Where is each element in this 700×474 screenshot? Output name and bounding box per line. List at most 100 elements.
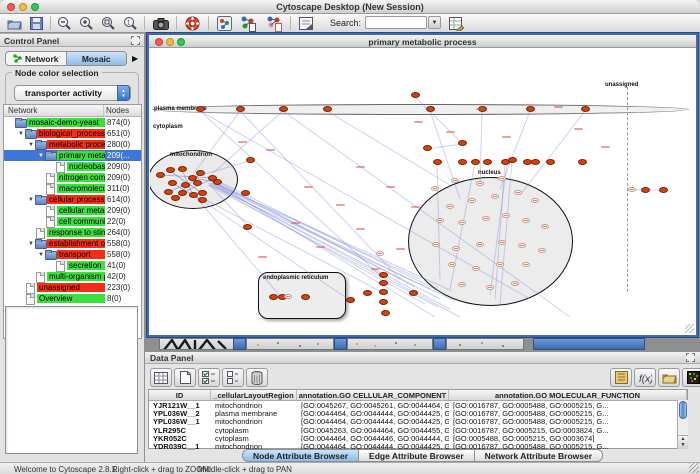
network-node[interactable] (471, 159, 480, 165)
column-header-id[interactable]: ID (149, 390, 211, 400)
column-header-molecular-function[interactable]: annotation.GO MOLECULAR_FUNCTION (449, 390, 687, 400)
network-node-labeled[interactable] (468, 198, 476, 203)
zoom-selected-icon[interactable] (100, 15, 117, 32)
tree-item[interactable]: response to stimulu...264(0) (4, 227, 141, 238)
save-icon[interactable] (28, 15, 45, 32)
search-input[interactable] (365, 16, 427, 29)
network-node-labeled[interactable] (476, 242, 484, 247)
new-document-icon[interactable] (174, 368, 196, 387)
background-window-fragment[interactable] (246, 338, 334, 350)
network-node-labeled[interactable] (458, 220, 466, 225)
network-node-labeled[interactable] (518, 243, 526, 248)
tree-item[interactable]: macromolecule ...311(0) (4, 183, 141, 194)
tab-mosaic[interactable]: Mosaic (66, 52, 127, 65)
network-node[interactable] (168, 180, 177, 186)
table-scrollbar[interactable]: ▲▼ (677, 400, 688, 449)
network-node-labeled[interactable] (538, 248, 546, 253)
tab-node-attribute-browser[interactable]: Node Attribute Browser (242, 449, 359, 462)
tree-item[interactable]: nucleobase-...209(0) (4, 161, 141, 172)
network-node[interactable] (196, 170, 205, 176)
network-node[interactable] (423, 145, 432, 151)
network-node[interactable] (426, 106, 435, 112)
network-node-labeled[interactable] (496, 262, 504, 267)
network-node-labeled[interactable] (514, 190, 522, 195)
tree-item[interactable]: ▼primary metabo...209(... (4, 150, 141, 161)
table-row[interactable]: YPL036W__2plasma membrane[GO:0044464, GO… (149, 409, 687, 417)
network-node-labeled[interactable] (446, 204, 454, 209)
network-node[interactable] (193, 180, 202, 186)
network-view-window[interactable]: primary metabolic process plasma membran… (147, 33, 698, 337)
network-node-labeled[interactable] (541, 224, 549, 229)
disclosure-triangle-icon[interactable]: ▼ (17, 131, 25, 137)
annotation-icon[interactable] (298, 15, 315, 32)
disclosure-triangle-icon[interactable]: ▼ (27, 142, 35, 148)
background-window-corner[interactable] (233, 338, 246, 350)
table-row[interactable]: YKR052Ccytoplasm[GO:0044464, GO:0044446,… (149, 434, 687, 442)
background-window-corner[interactable] (433, 338, 446, 350)
float-data-panel-icon[interactable] (686, 353, 695, 362)
network-node[interactable] (196, 106, 205, 112)
background-window-fragment[interactable] (446, 338, 524, 350)
network-node[interactable] (379, 280, 388, 286)
tree-item[interactable]: secretion41(0) (4, 260, 141, 271)
network-node[interactable] (156, 172, 165, 178)
tree-item[interactable]: mosaic-demo-yeast874(0) (4, 117, 141, 128)
network-node[interactable] (363, 290, 372, 296)
network-node[interactable] (546, 159, 555, 165)
network-canvas[interactable]: plasma membrane cytoplasm mitochondrion … (150, 49, 695, 334)
network-node[interactable] (581, 106, 590, 112)
tree-item[interactable]: ▼metabolic process280(0) (4, 139, 141, 150)
background-window-titlebar[interactable] (533, 338, 645, 350)
network-resize-grip[interactable] (685, 324, 694, 333)
tree-item[interactable]: multi-organism pro...42(0) (4, 271, 141, 282)
network-node[interactable] (531, 159, 540, 165)
unselect-attributes-icon[interactable] (222, 368, 244, 387)
network-node[interactable] (379, 299, 388, 305)
network-overview-icon[interactable] (216, 15, 233, 32)
network-node[interactable] (171, 195, 180, 201)
import-attributes-icon[interactable] (658, 368, 680, 387)
background-window-corner[interactable] (334, 338, 347, 350)
network-node[interactable] (381, 310, 390, 316)
disclosure-triangle-icon[interactable]: ▼ (27, 241, 35, 247)
birdseye-view-panel[interactable] (5, 306, 138, 454)
network-node[interactable] (526, 106, 535, 112)
network-node-labeled[interactable] (482, 216, 490, 221)
network-node-labeled[interactable] (452, 246, 460, 251)
import-network-table-icon[interactable] (266, 15, 283, 32)
tree-item[interactable]: cell communicat...22(0) (4, 216, 141, 227)
network-node[interactable] (198, 190, 207, 196)
table-row[interactable]: YLR295Ccytoplasm[GO:0045263, GO:0044464,… (149, 426, 687, 434)
zoom-out-icon[interactable] (56, 15, 73, 32)
network-node[interactable] (433, 159, 442, 165)
network-node[interactable] (164, 189, 173, 195)
network-node[interactable] (346, 297, 355, 303)
tab-edge-attribute-browser[interactable]: Edge Attribute Browser (359, 449, 475, 462)
network-node-labeled[interactable] (511, 281, 519, 286)
background-window-fragment[interactable] (159, 338, 241, 350)
network-node[interactable] (178, 190, 187, 196)
network-node-labeled[interactable] (522, 218, 530, 223)
scrollbar-thumb[interactable] (679, 401, 687, 419)
network-node[interactable] (189, 192, 198, 198)
table-icon[interactable] (150, 368, 172, 387)
tree-item[interactable]: cellular metabo...209(0) (4, 205, 141, 216)
column-header-cellular-component[interactable]: annotation.GO CELLULAR_COMPONENT (297, 390, 449, 400)
network-node-labeled[interactable] (436, 218, 444, 223)
node-color-dropdown[interactable]: transporter activity ▲▼ (14, 85, 131, 101)
network-node[interactable] (409, 290, 418, 296)
scrollbar-arrows[interactable]: ▲▼ (678, 435, 688, 449)
network-node[interactable] (301, 294, 310, 300)
disclosure-triangle-icon[interactable]: ▼ (37, 153, 45, 159)
search-dropdown-button[interactable]: ▼ (428, 16, 441, 29)
matrix-icon[interactable] (682, 368, 700, 387)
trash-icon[interactable] (246, 368, 268, 387)
network-node-labeled[interactable] (376, 251, 384, 256)
network-node[interactable] (458, 140, 467, 146)
network-node[interactable] (166, 167, 175, 173)
function-builder-icon[interactable]: f(x) (634, 368, 656, 387)
network-node[interactable] (246, 157, 255, 163)
network-node[interactable] (411, 92, 420, 98)
zoom-in-icon[interactable] (78, 15, 95, 32)
disclosure-triangle-icon[interactable]: ▼ (27, 197, 35, 203)
